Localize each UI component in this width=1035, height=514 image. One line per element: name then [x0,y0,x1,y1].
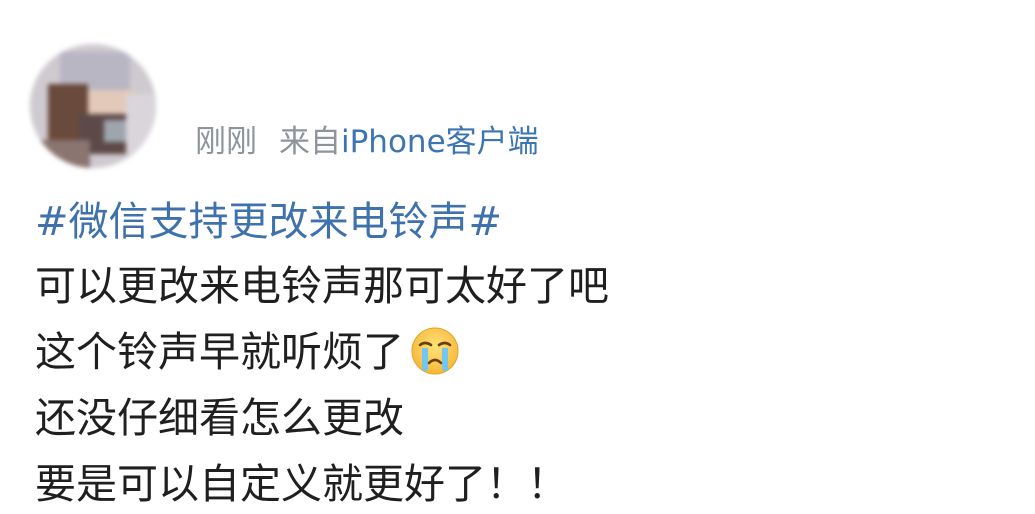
post-text-line-4: 要是可以自定义就更好了！！ [35,460,568,508]
post-time: 刚刚 [195,124,257,160]
username[interactable] [194,57,444,97]
post-text-line-3: 还没仔细看怎么更改 [35,394,404,442]
post-source-prefix: 来自 [279,124,341,160]
avatar[interactable] [30,44,156,168]
post-client-link[interactable]: iPhone客户端 [341,124,539,160]
crying-face-emoji-icon [411,327,459,375]
post-text-line-2: 这个铃声早就听烦了 [35,324,460,380]
post-text-line-2-text: 这个铃声早就听烦了 [35,328,404,376]
hashtag-topic-link[interactable]: #微信支持更改来电铃声# [35,196,502,248]
post-meta: 刚刚 来自iPhone客户端 [195,122,539,162]
weibo-post: 刚刚 来自iPhone客户端 #微信支持更改来电铃声# 可以更改来电铃声那可太好了… [0,0,1035,514]
post-text-line-1: 可以更改来电铃声那可太好了吧 [35,262,609,310]
